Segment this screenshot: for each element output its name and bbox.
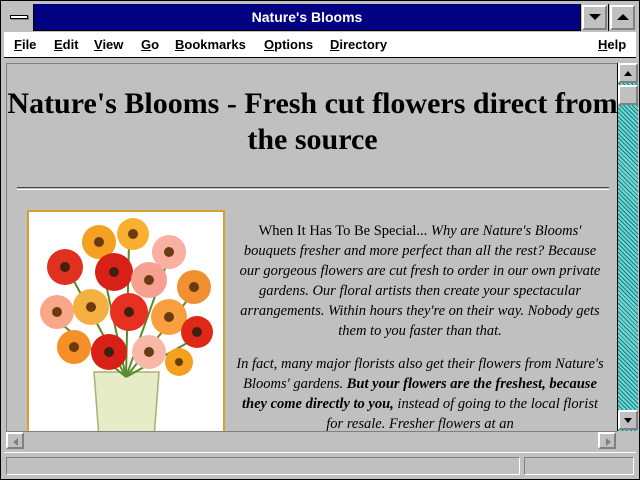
maximize-icon — [617, 14, 629, 20]
window-title: Nature's Blooms — [251, 9, 363, 25]
menu-edit-rest: dit — [62, 37, 79, 52]
menu-bar: File Edit View Go Bookmarks Options Dire… — [4, 32, 636, 58]
menu-bookmarks-rest: ookmarks — [184, 37, 246, 52]
scroll-right-button[interactable] — [598, 432, 616, 449]
menu-bookmarks[interactable]: Bookmarks — [175, 32, 246, 58]
menu-view[interactable]: View — [94, 32, 123, 58]
menu-help-rest: elp — [607, 37, 627, 52]
menu-edit[interactable]: Edit — [54, 32, 79, 58]
menu-file-rest: ile — [21, 37, 37, 52]
arrow-down-icon — [624, 418, 632, 423]
menu-help-accel: H — [598, 37, 608, 52]
menu-go[interactable]: Go — [141, 32, 159, 58]
browser-window: Nature's Blooms File Edit View Go Bookma… — [0, 0, 640, 480]
menu-file[interactable]: File — [14, 32, 36, 58]
scroll-left-button[interactable] — [6, 432, 24, 449]
menu-directory-rest: irectory — [339, 37, 388, 52]
page-heading: Nature's Blooms - Fresh cut flowers dire… — [7, 87, 617, 156]
menu-go-rest: o — [151, 37, 160, 52]
menu-help[interactable]: Help — [598, 32, 626, 58]
menu-options-rest: ptions — [274, 37, 314, 52]
menu-options-accel: O — [264, 37, 275, 52]
horizontal-scrollbar[interactable] — [6, 431, 617, 449]
scroll-down-button[interactable] — [618, 410, 638, 430]
arrow-right-icon — [606, 438, 611, 446]
menu-options[interactable]: Options — [264, 32, 313, 58]
flower-bouquet-image — [27, 210, 225, 431]
paragraph-freshness: In fact, many major florists also get th… — [235, 354, 605, 431]
arrow-up-icon — [624, 71, 632, 76]
status-message-field — [6, 457, 520, 475]
paragraph-intro-lead: When It Has To Be Special... — [258, 223, 428, 239]
menu-file-accel: F — [14, 37, 22, 52]
menu-bookmarks-accel: B — [175, 37, 185, 52]
vertical-scroll-thumb[interactable] — [618, 85, 638, 105]
arrow-left-icon — [13, 438, 18, 446]
bouquet-illustration — [29, 212, 223, 431]
vertical-scrollbar[interactable] — [617, 63, 638, 431]
maximize-button[interactable] — [608, 4, 636, 31]
progress-field — [524, 457, 634, 475]
menu-view-rest: iew — [102, 37, 124, 52]
status-bar — [4, 452, 636, 478]
scroll-up-button[interactable] — [618, 63, 638, 83]
scrollbar-corner — [617, 431, 638, 449]
minimize-button[interactable] — [580, 4, 608, 31]
title-bar[interactable]: Nature's Blooms — [4, 4, 636, 31]
minimize-icon — [589, 14, 601, 20]
paragraph-intro-body: Why are Nature's Blooms' bouquets freshe… — [239, 223, 601, 339]
system-menu-button[interactable] — [4, 4, 34, 31]
paragraph-intro: When It Has To Be Special... Why are Nat… — [235, 221, 605, 341]
menu-directory[interactable]: Directory — [330, 32, 387, 58]
menu-go-accel: G — [141, 37, 152, 52]
page-content: Nature's Blooms - Fresh cut flowers dire… — [6, 63, 617, 431]
system-menu-icon — [10, 15, 28, 19]
horizontal-rule — [17, 187, 609, 190]
menu-directory-accel: D — [330, 37, 340, 52]
menu-edit-accel: E — [54, 37, 63, 52]
